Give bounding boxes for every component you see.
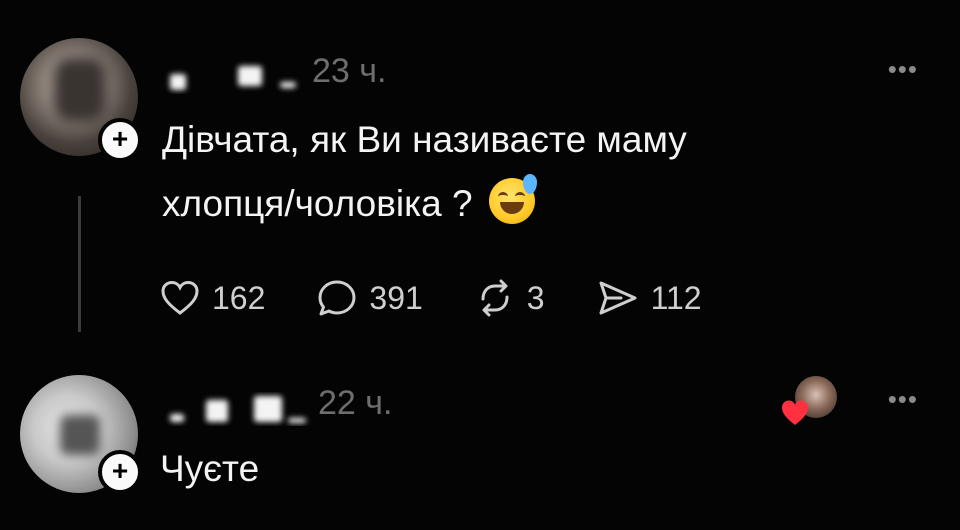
send-icon: [599, 281, 637, 315]
comment-button[interactable]: 391: [317, 279, 423, 317]
repost-count: 3: [526, 279, 545, 316]
avatar-blur: [60, 415, 100, 455]
post-text: Дівчата, як Ви називаєте маму хлопця/чол…: [162, 108, 862, 236]
action-bar: 162 391 3 112: [160, 278, 754, 318]
comment-icon: [318, 280, 356, 316]
reply-time: 22 ч.: [318, 384, 393, 422]
share-count: 112: [650, 279, 702, 316]
comment-count: 391: [369, 279, 423, 316]
heart-icon: [161, 280, 199, 315]
repost-button[interactable]: 3: [475, 279, 545, 317]
post-text-line1: Дівчата, як Ви називаєте маму: [162, 119, 687, 160]
avatar-blur: [54, 58, 106, 122]
follow-plus-icon[interactable]: +: [98, 450, 142, 494]
post: + 23 ч. ••• Дівчата, як Ви називаєте мам…: [0, 0, 960, 350]
reply-username-blurred[interactable]: [162, 392, 312, 426]
repost-icon: [481, 279, 509, 317]
post-time: 23 ч.: [312, 52, 387, 90]
reply-text: Чуєте: [160, 448, 260, 489]
share-button[interactable]: 112: [597, 279, 702, 317]
follow-plus-icon[interactable]: +: [98, 118, 142, 162]
sweat-smile-emoji-icon: [488, 174, 537, 224]
heart-filled-icon: [782, 400, 808, 425]
post-text-line2: хлопця/чоловіка ?: [162, 183, 473, 224]
more-options-icon[interactable]: •••: [888, 54, 918, 85]
like-count: 162: [212, 279, 266, 316]
reply-more-options-icon[interactable]: •••: [888, 384, 918, 415]
thread-line: [78, 196, 81, 332]
username-blurred[interactable]: [162, 60, 302, 94]
like-button[interactable]: 162: [160, 280, 265, 317]
